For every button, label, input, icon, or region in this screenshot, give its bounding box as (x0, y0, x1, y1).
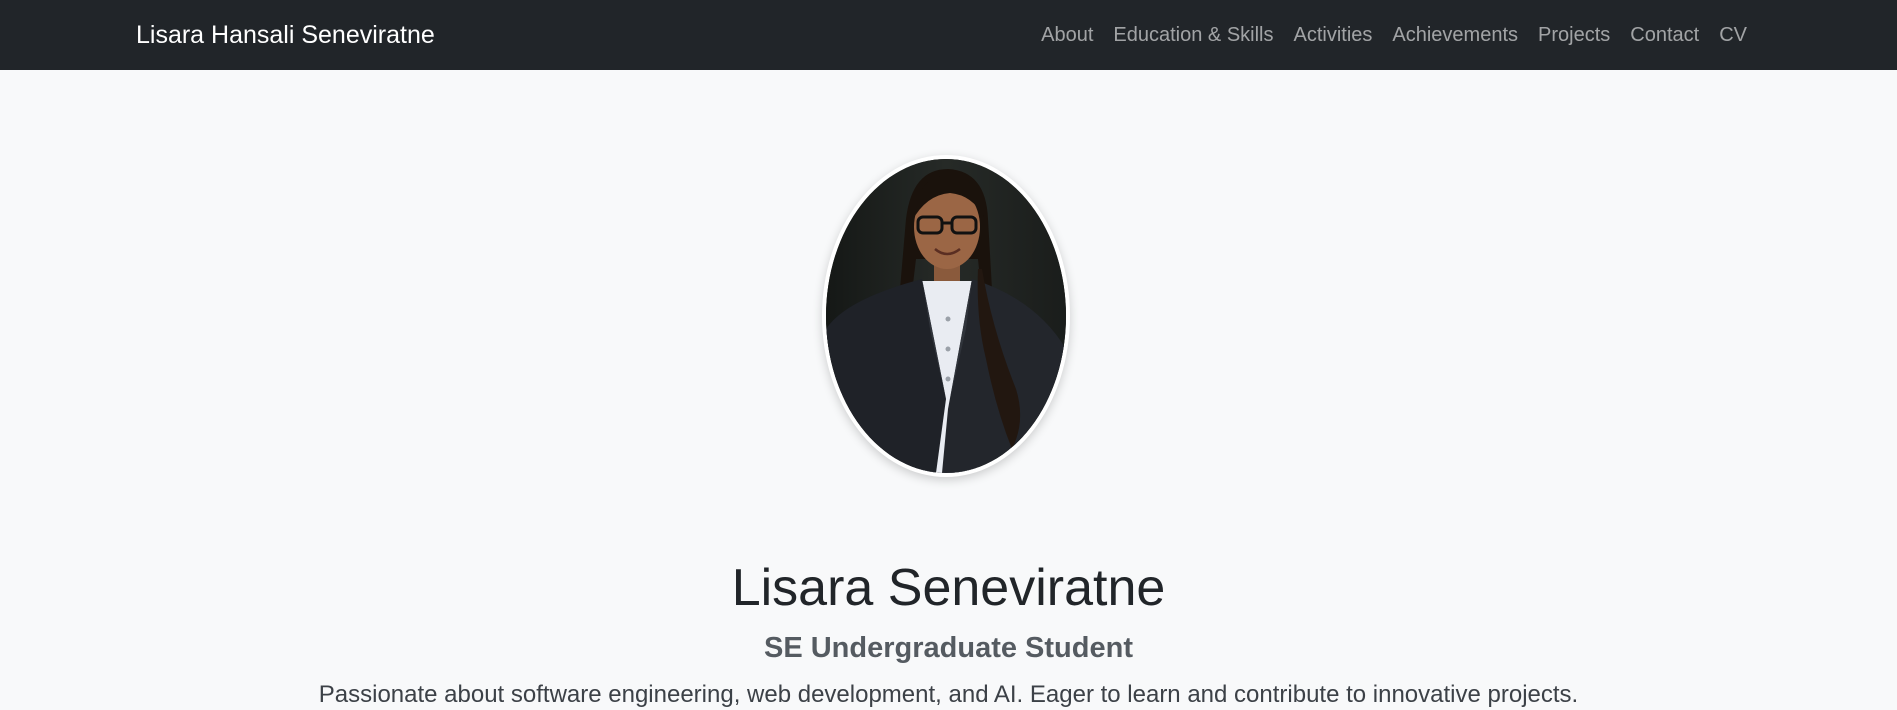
navbar-brand[interactable]: Lisara Hansali Seneviratne (136, 20, 435, 50)
nav-item-cv: CV (1719, 20, 1747, 50)
nav-link-education-skills[interactable]: Education & Skills (1113, 24, 1273, 46)
nav-item-education-skills: Education & Skills (1113, 20, 1273, 50)
hero-role: SE Undergraduate Student (764, 632, 1133, 664)
hero-description: Passionate about software engineering, w… (318, 681, 1579, 708)
nav-item-projects: Projects (1538, 20, 1610, 50)
nav-item-about: About (1041, 20, 1093, 50)
profile-photo-image (826, 159, 1066, 473)
nav-item-activities: Activities (1293, 20, 1372, 50)
nav-item-contact: Contact (1630, 20, 1699, 50)
nav-link-cv[interactable]: CV (1719, 24, 1747, 46)
hero-name: Lisara Seneviratne (731, 559, 1166, 617)
nav-link-achievements[interactable]: Achievements (1392, 24, 1518, 46)
person-portrait-icon (826, 159, 1066, 473)
nav-link-contact[interactable]: Contact (1630, 24, 1699, 46)
nav-links: About Education & Skills Activities Achi… (1041, 20, 1747, 50)
nav-link-projects[interactable]: Projects (1538, 24, 1610, 46)
top-navbar: Lisara Hansali Seneviratne About Educati… (0, 0, 1897, 70)
hero-section: Lisara Seneviratne SE Undergraduate Stud… (0, 70, 1897, 710)
nav-item-achievements: Achievements (1392, 20, 1518, 50)
nav-link-about[interactable]: About (1041, 24, 1093, 46)
profile-photo (822, 155, 1070, 477)
nav-link-activities[interactable]: Activities (1293, 24, 1372, 46)
